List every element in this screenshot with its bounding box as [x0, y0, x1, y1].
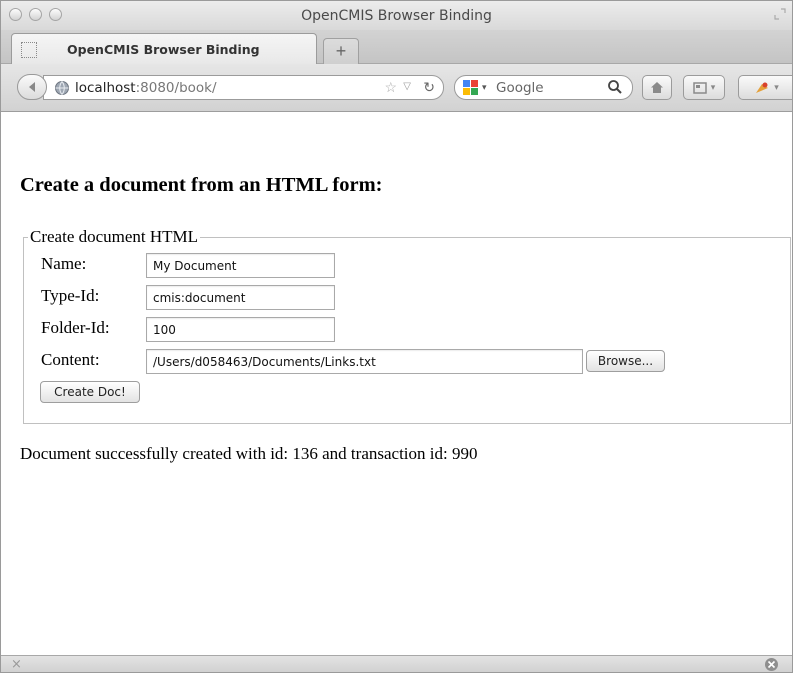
fieldset-legend: Create document HTML — [30, 227, 199, 246]
page-heading: Create a document from an HTML form: — [20, 174, 383, 196]
reload-icon[interactable]: ↻ — [423, 79, 435, 96]
addon-toolbar-button[interactable]: ▾ — [738, 75, 792, 100]
content-label: Content: — [41, 350, 100, 369]
addon-icon — [756, 82, 769, 93]
back-button[interactable] — [17, 74, 47, 100]
fullscreen-icon[interactable] — [774, 8, 786, 20]
globe-icon — [55, 80, 69, 95]
url-text: localhost:8080/book/ — [75, 80, 217, 96]
new-tab-button[interactable]: + — [323, 38, 359, 64]
status-bar: × — [1, 655, 792, 672]
bookmark-star-icon[interactable]: ☆ — [384, 79, 397, 96]
close-statusbar-icon[interactable]: × — [11, 657, 22, 672]
name-label: Name: — [41, 254, 87, 273]
navigation-bar: localhost:8080/book/ ☆ ▽ ↻ ▾ Google ▾ ▾ — [1, 64, 792, 112]
browse-button[interactable]: Browse... — [586, 350, 665, 372]
zoom-window-button[interactable] — [49, 8, 62, 21]
name-input[interactable]: My Document — [146, 253, 335, 278]
window-title: OpenCMIS Browser Binding — [301, 7, 492, 24]
home-icon — [651, 82, 663, 93]
folder-id-label: Folder-Id: — [41, 318, 110, 337]
minimize-window-button[interactable] — [29, 8, 42, 21]
bookmarks-icon — [692, 81, 707, 94]
type-id-label: Type-Id: — [41, 286, 100, 305]
browser-window: OpenCMIS Browser Binding OpenCMIS Browse… — [0, 0, 793, 673]
folder-id-input[interactable]: 100 — [146, 317, 335, 342]
search-icon[interactable] — [607, 79, 623, 95]
type-id-input[interactable]: cmis:document — [146, 285, 335, 310]
content-file-input[interactable]: /Users/d058463/Documents/Links.txt — [146, 349, 583, 374]
close-window-button[interactable] — [9, 8, 22, 21]
page-content: Create a document from an HTML form: Cre… — [1, 113, 792, 655]
url-path: :8080/book/ — [135, 79, 217, 96]
home-button[interactable] — [642, 75, 672, 100]
create-doc-button[interactable]: Create Doc! — [40, 381, 140, 403]
tab-bar: OpenCMIS Browser Binding + — [1, 30, 792, 65]
addon-bar-icon[interactable] — [764, 657, 779, 672]
title-bar: OpenCMIS Browser Binding — [1, 1, 792, 30]
url-host: localhost — [75, 79, 136, 96]
page-favicon-icon — [21, 41, 37, 58]
history-dropdown-icon[interactable]: ▽ — [403, 81, 411, 92]
tab-label: OpenCMIS Browser Binding — [67, 42, 260, 57]
bookmarks-menu-button[interactable]: ▾ — [683, 75, 725, 100]
back-arrow-icon — [29, 82, 35, 92]
google-engine-icon[interactable]: ▾ — [462, 79, 492, 96]
window-controls — [9, 8, 62, 21]
tab-opencmis[interactable]: OpenCMIS Browser Binding — [11, 33, 317, 65]
search-placeholder: Google — [496, 79, 544, 96]
url-bar[interactable]: localhost:8080/book/ ☆ ▽ ↻ — [43, 75, 444, 100]
status-message: Document successfully created with id: 1… — [20, 444, 478, 463]
search-bar[interactable]: ▾ Google — [454, 75, 633, 100]
